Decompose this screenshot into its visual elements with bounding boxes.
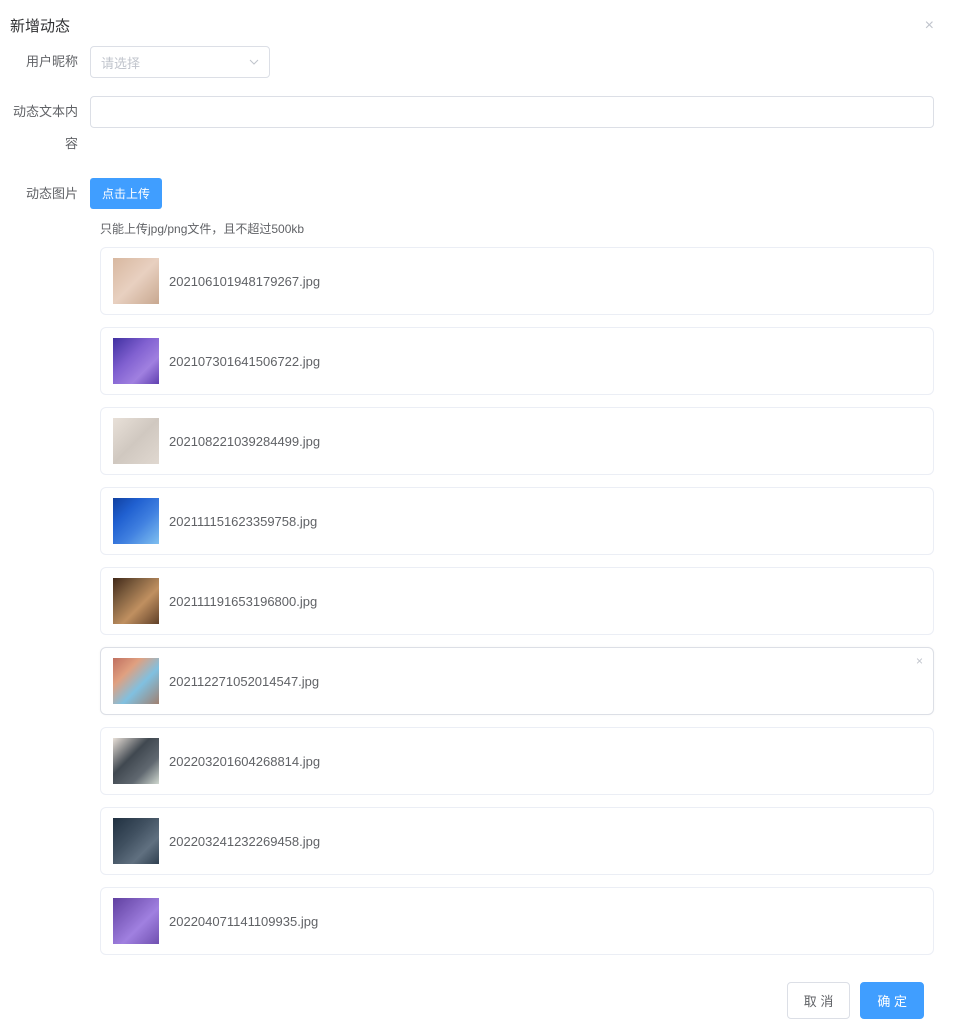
file-thumbnail bbox=[113, 658, 159, 704]
file-thumbnail bbox=[113, 258, 159, 304]
file-name: 202203201604268814.jpg bbox=[169, 754, 320, 769]
file-name: 202108221039284499.jpg bbox=[169, 434, 320, 449]
file-name: 202112271052014547.jpg bbox=[169, 674, 319, 689]
file-thumbnail bbox=[113, 578, 159, 624]
file-thumbnail bbox=[113, 498, 159, 544]
form-row-content: 动态文本内容 bbox=[10, 96, 934, 160]
file-thumbnail bbox=[113, 418, 159, 464]
dialog-title: 新增动态 bbox=[10, 15, 70, 36]
file-name: 202106101948179267.jpg bbox=[169, 274, 320, 289]
dialog-footer: 取 消 确 定 bbox=[10, 967, 934, 1034]
content-input[interactable] bbox=[90, 96, 934, 128]
file-name: 202204071141109935.jpg bbox=[169, 914, 318, 929]
file-name: 202111151623359758.jpg bbox=[169, 514, 317, 529]
upload-tip: 只能上传jpg/png文件，且不超过500kb bbox=[100, 220, 934, 237]
user-control: 请选择 bbox=[90, 46, 934, 78]
file-item[interactable]: 202204071141109935.jpg bbox=[100, 887, 934, 955]
file-item[interactable]: 202203241232269458.jpg bbox=[100, 807, 934, 875]
file-thumbnail bbox=[113, 738, 159, 784]
form-row-image: 动态图片 点击上传 bbox=[10, 178, 934, 210]
image-control: 点击上传 bbox=[90, 178, 934, 209]
upload-button[interactable]: 点击上传 bbox=[90, 178, 162, 209]
file-item[interactable]: 202111191653196800.jpg bbox=[100, 567, 934, 635]
image-label: 动态图片 bbox=[10, 178, 90, 210]
confirm-button[interactable]: 确 定 bbox=[860, 982, 924, 1019]
cancel-button[interactable]: 取 消 bbox=[787, 982, 851, 1019]
content-control bbox=[90, 96, 934, 128]
file-item[interactable]: 202112271052014547.jpg × bbox=[100, 647, 934, 715]
content-label: 动态文本内容 bbox=[10, 96, 90, 160]
user-select-placeholder: 请选择 bbox=[101, 53, 140, 72]
close-icon[interactable]: × bbox=[925, 17, 934, 35]
file-item[interactable]: 202106101948179267.jpg bbox=[100, 247, 934, 315]
user-label: 用户昵称 bbox=[10, 46, 90, 78]
file-item[interactable]: 202107301641506722.jpg bbox=[100, 327, 934, 395]
form-row-user: 用户昵称 请选择 bbox=[10, 46, 934, 78]
dialog-header: 新增动态 × bbox=[10, 10, 934, 46]
file-thumbnail bbox=[113, 898, 159, 944]
file-item[interactable]: 202203201604268814.jpg bbox=[100, 727, 934, 795]
file-name: 202107301641506722.jpg bbox=[169, 354, 320, 369]
file-thumbnail bbox=[113, 338, 159, 384]
file-remove-icon[interactable]: × bbox=[916, 654, 923, 668]
chevron-down-icon bbox=[249, 54, 259, 70]
file-item[interactable]: 202108221039284499.jpg bbox=[100, 407, 934, 475]
file-thumbnail bbox=[113, 818, 159, 864]
file-name: 202111191653196800.jpg bbox=[169, 594, 317, 609]
file-list: 202106101948179267.jpg 202107301641506722… bbox=[100, 247, 934, 955]
file-name: 202203241232269458.jpg bbox=[169, 834, 320, 849]
user-select[interactable]: 请选择 bbox=[90, 46, 270, 78]
dialog: 新增动态 × 用户昵称 请选择 动态文本内容 动态图片 点击上传 只能上传jpg… bbox=[0, 0, 954, 1034]
file-item[interactable]: 202111151623359758.jpg bbox=[100, 487, 934, 555]
